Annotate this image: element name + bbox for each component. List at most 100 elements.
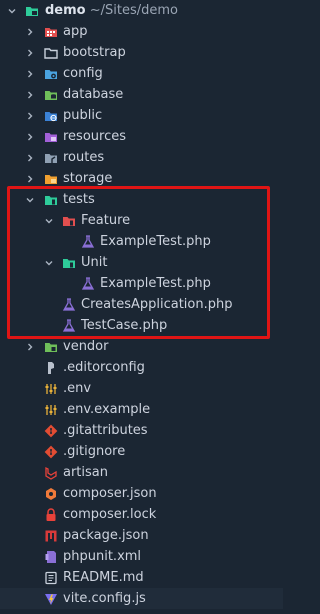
- editorconfig-icon: [44, 361, 58, 375]
- tree-item-label: .env: [63, 381, 92, 396]
- tree-item-unit[interactable]: Unit: [0, 252, 283, 273]
- tree-item-label: .gitignore: [63, 444, 126, 459]
- tree-item-public[interactable]: public: [0, 105, 283, 126]
- npm-icon: [44, 529, 58, 543]
- tree-item-label: vite.config.js: [63, 591, 146, 606]
- unit-folder-icon: [62, 256, 76, 270]
- tree-item-readme[interactable]: README.md: [0, 567, 283, 588]
- tree-item-config[interactable]: config: [0, 63, 283, 84]
- tree-item-feature-example-test[interactable]: ExampleTest.php: [0, 231, 283, 252]
- chevron-right-icon[interactable]: [24, 173, 36, 185]
- tree-item-label: routes: [63, 150, 105, 165]
- tree-item-bootstrap[interactable]: bootstrap: [0, 42, 283, 63]
- tree-item-label: config: [63, 66, 103, 81]
- chevron-down-icon[interactable]: [43, 257, 55, 269]
- tree-item-database[interactable]: database: [0, 84, 283, 105]
- tree-item-label: Feature: [81, 213, 131, 228]
- readme-icon: [44, 571, 58, 585]
- git-icon: [44, 424, 58, 438]
- tree-item-feature[interactable]: Feature: [0, 210, 283, 231]
- tree-item-vendor[interactable]: vendor: [0, 336, 283, 357]
- tree-item-label: bootstrap: [63, 45, 126, 60]
- tree-item-label: Unit: [81, 255, 108, 270]
- php-test-icon: [81, 235, 95, 249]
- chevron-down-icon[interactable]: [24, 194, 36, 206]
- tree-item-label: composer.lock: [63, 507, 157, 522]
- laravel-icon: [44, 466, 58, 480]
- tree-item-env[interactable]: .env: [0, 378, 283, 399]
- tree-item-label: resources: [63, 129, 127, 144]
- tree-item-editorconfig[interactable]: .editorconfig: [0, 357, 283, 378]
- tree-item-resources[interactable]: resources: [0, 126, 283, 147]
- tree-root[interactable]: demo ~/Sites/demo: [0, 0, 283, 21]
- env-icon: [44, 403, 58, 417]
- chevron-right-icon[interactable]: [24, 131, 36, 143]
- tree-item-label: storage: [63, 171, 113, 186]
- env-icon: [44, 382, 58, 396]
- tree-item-app[interactable]: app: [0, 21, 283, 42]
- chevron-right-icon[interactable]: [24, 110, 36, 122]
- chevron-down-icon[interactable]: [6, 5, 18, 17]
- tree-item-env-example[interactable]: .env.example: [0, 399, 283, 420]
- tree-item-label: .env.example: [63, 402, 151, 417]
- chevron-right-icon[interactable]: [24, 89, 36, 101]
- tree-item-routes[interactable]: routes: [0, 147, 283, 168]
- tree-item-composer-lock[interactable]: composer.lock: [0, 504, 283, 525]
- tree-item-label: vendor: [63, 339, 109, 354]
- root-path: ~/Sites/demo: [89, 3, 179, 18]
- tree-item-label: TestCase.php: [81, 318, 168, 333]
- root-folder-icon: [25, 4, 39, 18]
- tree-item-label: ExampleTest.php: [100, 234, 211, 249]
- chevron-right-icon[interactable]: [24, 68, 36, 80]
- config-folder-icon: [44, 67, 58, 81]
- tree-item-gitattributes[interactable]: .gitattributes: [0, 420, 283, 441]
- tree-item-composer-json[interactable]: composer.json: [0, 483, 283, 504]
- vendor-folder-icon: [44, 340, 58, 354]
- chevron-right-icon[interactable]: [24, 341, 36, 353]
- phpunit-icon: [44, 550, 58, 564]
- routes-folder-icon: [44, 151, 58, 165]
- tree-item-label: app: [63, 24, 88, 39]
- tree-item-creates-application[interactable]: CreatesApplication.php: [0, 294, 283, 315]
- php-test-icon: [62, 319, 76, 333]
- tree-item-label: artisan: [63, 465, 108, 480]
- tree-item-label: tests: [63, 192, 95, 207]
- tree-item-label: .editorconfig: [63, 360, 145, 375]
- tree-item-label: public: [63, 108, 103, 123]
- vite-icon: [44, 592, 58, 606]
- tree-item-label: phpunit.xml: [63, 549, 142, 564]
- php-test-icon: [62, 298, 76, 312]
- tree-item-label: .gitattributes: [63, 423, 148, 438]
- tree-item-tests[interactable]: tests: [0, 189, 283, 210]
- lock-icon: [44, 508, 58, 522]
- root-name: demo: [45, 3, 86, 18]
- resources-folder-icon: [44, 130, 58, 144]
- tree-item-label: ExampleTest.php: [100, 276, 211, 291]
- tree-item-label: CreatesApplication.php: [81, 297, 233, 312]
- tree-item-label: database: [63, 87, 124, 102]
- tree-item-vite-config[interactable]: vite.config.js: [0, 588, 283, 609]
- tree-item-unit-example-test[interactable]: ExampleTest.php: [0, 273, 283, 294]
- tree-item-storage[interactable]: storage: [0, 168, 283, 189]
- storage-folder-icon: [44, 172, 58, 186]
- tree-item-label: README.md: [63, 570, 144, 585]
- tree-item-gitignore[interactable]: .gitignore: [0, 441, 283, 462]
- tree-item-test-case[interactable]: TestCase.php: [0, 315, 283, 336]
- chevron-right-icon[interactable]: [24, 26, 36, 38]
- feature-folder-icon: [62, 214, 76, 228]
- composer-icon: [44, 487, 58, 501]
- tree-item-label: package.json: [63, 528, 149, 543]
- tree-item-artisan[interactable]: artisan: [0, 462, 283, 483]
- chevron-right-icon[interactable]: [24, 152, 36, 164]
- tests-folder-icon: [44, 193, 58, 207]
- php-test-icon: [81, 277, 95, 291]
- folder-icon: [44, 46, 58, 60]
- chevron-right-icon[interactable]: [24, 47, 36, 59]
- public-folder-icon: [44, 109, 58, 123]
- tree-item-package-json[interactable]: package.json: [0, 525, 283, 546]
- app-folder-icon: [44, 25, 58, 39]
- tree-item-label: composer.json: [63, 486, 157, 501]
- git-icon: [44, 445, 58, 459]
- chevron-down-icon[interactable]: [43, 215, 55, 227]
- tree-item-phpunit-xml[interactable]: phpunit.xml: [0, 546, 283, 567]
